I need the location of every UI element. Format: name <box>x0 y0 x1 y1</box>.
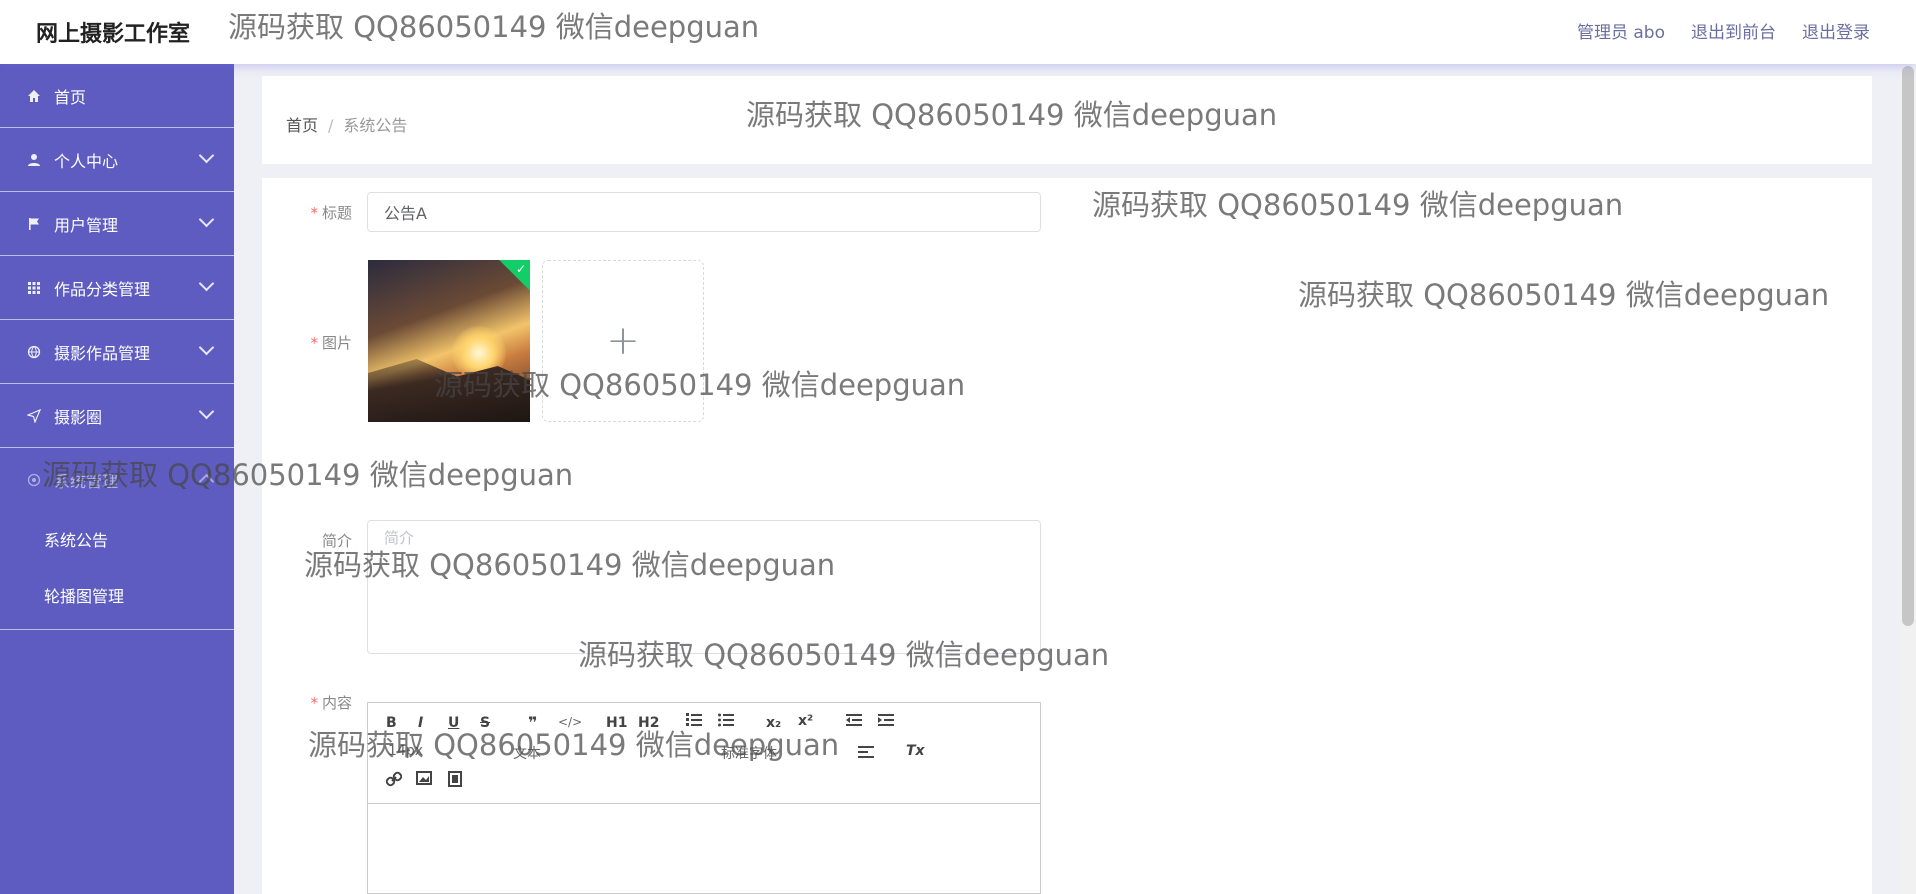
underline-button[interactable]: U <box>448 715 459 731</box>
required-mark: * <box>310 694 318 712</box>
grid-icon <box>26 280 42 296</box>
plus-icon: + <box>606 318 640 364</box>
sidebar-item-label: 系统管理 <box>54 471 119 491</box>
logout-link[interactable]: 退出登录 <box>1802 18 1870 43</box>
sidebar-item-label: 用户管理 <box>54 215 119 235</box>
font-family-select[interactable]: 标准字体 <box>721 743 777 763</box>
sidebar-item-works[interactable]: 摄影作品管理 <box>0 320 234 384</box>
outdent-icon[interactable] <box>846 713 862 731</box>
chevron-up-icon <box>198 473 215 490</box>
clear-format-button[interactable]: Tx <box>906 743 925 759</box>
breadcrumb-separator: / <box>328 116 334 135</box>
title-label: * 标题 <box>262 202 352 223</box>
intro-textarea[interactable]: 简介 <box>367 520 1041 654</box>
breadcrumb: 首页 / 系统公告 <box>286 112 407 136</box>
chevron-down-icon <box>198 339 215 356</box>
sidebar-item-label: 摄影圈 <box>54 407 103 427</box>
user-icon <box>26 152 42 168</box>
intro-label: 简介 <box>321 532 352 550</box>
breadcrumb-current: 系统公告 <box>343 116 408 135</box>
ordered-list-icon[interactable] <box>686 713 702 731</box>
send-icon <box>26 408 42 424</box>
align-icon[interactable] <box>858 745 874 763</box>
bullet-list-icon[interactable] <box>718 713 734 731</box>
heading2-button[interactable]: H2 <box>638 715 659 731</box>
heading1-button[interactable]: H1 <box>606 715 627 731</box>
back-to-front-link[interactable]: 退出到前台 <box>1691 18 1776 43</box>
quote-button[interactable]: ❞ <box>528 713 537 732</box>
scrollbar-thumb[interactable] <box>1902 66 1914 626</box>
check-icon: ✓ <box>515 262 526 276</box>
content-label-text: 内容 <box>321 694 352 712</box>
admin-user-label[interactable]: 管理员 abo <box>1577 18 1665 43</box>
image-upload-button[interactable]: + <box>542 260 704 422</box>
app-title: 网上摄影工作室 <box>36 22 191 47</box>
breadcrumb-home[interactable]: 首页 <box>286 116 318 135</box>
strike-button[interactable]: S <box>480 715 490 731</box>
subscript-button[interactable]: x₂ <box>766 715 781 731</box>
flag-icon <box>26 216 42 232</box>
chevron-down-icon <box>198 147 215 164</box>
sidebar-item-profile[interactable]: 个人中心 <box>0 128 234 192</box>
top-header: 网上摄影工作室 管理员 abo 退出到前台 退出登录 <box>0 0 1916 64</box>
code-button[interactable]: </> <box>558 715 582 729</box>
title-input[interactable]: 公告A <box>367 192 1041 232</box>
video-icon[interactable] <box>448 771 462 791</box>
home-icon <box>26 88 42 104</box>
title-label-text: 标题 <box>321 204 352 222</box>
uploaded-image-thumbnail[interactable]: ✓ <box>368 260 530 422</box>
font-size-select[interactable]: 14px <box>388 743 423 759</box>
required-mark: * <box>310 334 318 352</box>
sidebar-item-users[interactable]: 用户管理 <box>0 192 234 256</box>
header-links: 管理员 abo 退出到前台 退出登录 <box>1577 18 1870 43</box>
indent-icon[interactable] <box>878 713 894 731</box>
chevron-down-icon <box>198 275 215 292</box>
sidebar-item-system[interactable]: 系统管理 <box>0 448 234 511</box>
sidebar-item-label: 个人中心 <box>54 151 119 171</box>
sidebar-subitem-carousel[interactable]: 轮播图管理 <box>0 567 234 623</box>
editor-toolbar: B I U S ❞ </> H1 H2 x₂ x² 14px 文本 标准字体 T… <box>368 703 1040 804</box>
sidebar-item-categories[interactable]: 作品分类管理 <box>0 256 234 320</box>
link-icon[interactable] <box>385 771 403 791</box>
announcement-form: * 标题 公告A * 图片 ✓ + 简介 简介 * 内容 B I U S ❞ </> … <box>262 178 1872 894</box>
breadcrumb-card: 首页 / 系统公告 <box>262 76 1872 164</box>
image-label: * 图片 <box>262 332 352 353</box>
content-label: * 内容 <box>262 692 352 713</box>
image-label-text: 图片 <box>321 334 352 352</box>
sidebar-item-label: 首页 <box>54 87 87 107</box>
chevron-down-icon <box>198 211 215 228</box>
settings-icon <box>26 472 42 488</box>
sidebar-item-circle[interactable]: 摄影圈 <box>0 384 234 448</box>
globe-icon <box>26 344 42 360</box>
sidebar-item-label: 摄影作品管理 <box>54 343 151 363</box>
sidebar: 首页 个人中心 用户管理 作品分类管理 摄影作品管理 摄影圈 系统管理 系统公告… <box>0 64 234 894</box>
mountain-graphic <box>368 359 530 422</box>
rich-text-editor[interactable]: B I U S ❞ </> H1 H2 x₂ x² 14px 文本 标准字体 T… <box>367 702 1041 894</box>
text-style-select[interactable]: 文本 <box>513 743 541 763</box>
required-mark: * <box>310 204 318 222</box>
sidebar-item-home[interactable]: 首页 <box>0 64 234 128</box>
chevron-down-icon <box>198 403 215 420</box>
system-submenu: 系统公告 轮播图管理 <box>0 511 234 630</box>
italic-button[interactable]: I <box>418 715 423 731</box>
sidebar-subitem-announcements[interactable]: 系统公告 <box>0 511 234 567</box>
bold-button[interactable]: B <box>386 715 397 731</box>
sidebar-item-label: 作品分类管理 <box>54 279 151 299</box>
image-icon[interactable] <box>416 771 432 789</box>
superscript-button[interactable]: x² <box>798 713 813 729</box>
